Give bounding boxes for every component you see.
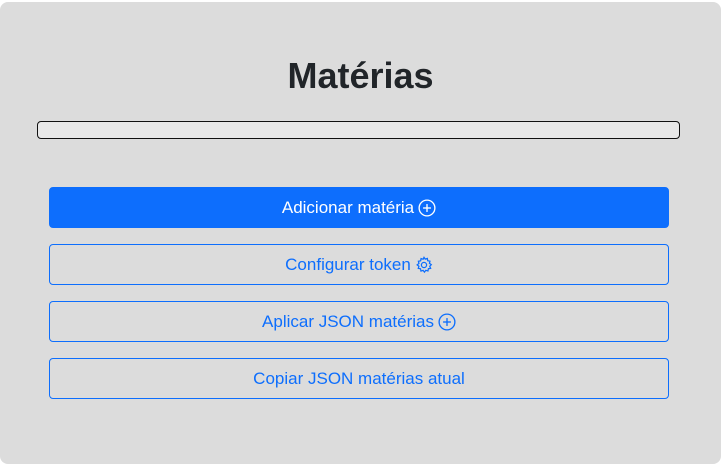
plus-circle-icon — [418, 198, 436, 217]
configure-token-label: Configurar token — [285, 254, 411, 274]
apply-json-label: Aplicar JSON matérias — [262, 311, 434, 331]
copy-json-label: Copiar JSON matérias atual — [253, 368, 465, 388]
apply-json-button[interactable]: Aplicar JSON matérias — [49, 301, 669, 342]
page-title: Matérias — [287, 55, 434, 96]
copy-json-button[interactable]: Copiar JSON matérias atual — [49, 358, 669, 399]
configure-token-button[interactable]: Configurar token — [49, 244, 669, 285]
add-subject-button[interactable]: Adicionar matéria — [49, 187, 669, 228]
subjects-card: Matérias Adicionar matéria Configurar to… — [0, 2, 721, 464]
gear-icon — [415, 255, 433, 274]
subjects-list[interactable] — [37, 121, 680, 139]
plus-circle-icon — [438, 312, 456, 331]
add-subject-label: Adicionar matéria — [281, 197, 415, 217]
